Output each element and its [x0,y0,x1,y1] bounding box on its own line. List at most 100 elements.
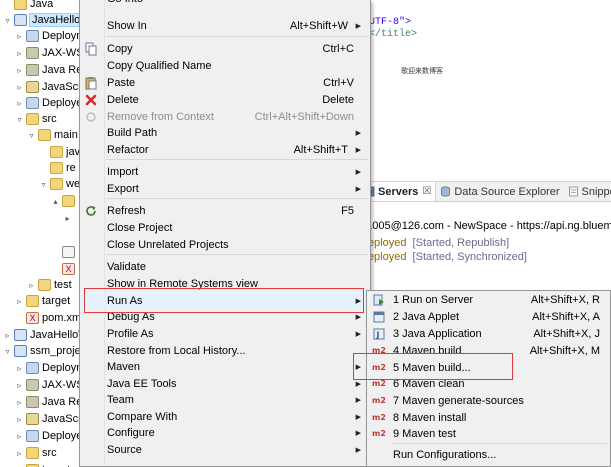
collapsed-arrow-icon[interactable]: ▹ [27,281,36,290]
tree-item[interactable]: ▹ src [15,445,57,461]
collapsed-arrow-icon[interactable]: ▹ [15,297,24,306]
tree-item[interactable]: Xpom.xml [15,310,84,326]
tree-item[interactable]: Java [3,0,53,12]
submenu-item-6-maven-clean[interactable]: m2 6 Maven clean [367,375,610,392]
menu-item-close-project[interactable]: Close Project [80,219,370,236]
collapsed-arrow-icon[interactable]: ▹ [15,381,24,390]
collapsed-arrow-icon[interactable]: ▹ [15,99,24,108]
menu-item-copy[interactable]: Copy Ctrl+C [80,40,370,57]
menu-item-label: Run As [107,294,143,307]
tree-item[interactable]: ▹target [15,293,70,309]
server-line-account[interactable]: 81005@126.com - NewSpace - https://api.n… [360,220,611,232]
submenu-arrow-icon: ▶ [355,185,361,193]
menu-item-java-ee-tools[interactable]: Java EE Tools ▶ [80,375,370,392]
library-icon [26,396,39,408]
tree-item[interactable]: ▸ [63,210,74,226]
submenu-item-3-java-application[interactable]: J 3 Java Application Alt+Shift+X, J [367,325,610,342]
expanded-arrow-icon[interactable]: ▿ [3,16,12,25]
collapsed-arrow-icon[interactable]: ▹ [15,364,24,373]
tree-item[interactable]: ▿ src [15,111,57,127]
editor-area[interactable]: UTF-8"> </title> 歌迎来数博客 [360,0,611,170]
tree-item[interactable]: ▹ Deployed [15,428,88,444]
tree-item[interactable]: ▹ Deploym [15,28,85,44]
collapsed-arrow-icon[interactable]: ▹ [15,32,24,41]
collapsed-arrow-icon[interactable]: ▹ [15,432,24,441]
library-icon [26,47,39,59]
collapsed-arrow-icon[interactable]: ▹ [15,83,24,92]
submenu-item-1-run-on-server[interactable]: 1 Run on Server Alt+Shift+X, R [367,291,610,308]
server-line-republish[interactable]: Deployed [Started, Republish] [360,237,509,249]
submenu-item-7-maven-generate-sources[interactable]: m2 7 Maven generate-sources [367,392,610,409]
menu-item-go-into[interactable]: Go Into [80,0,370,7]
tab-snippets[interactable]: Snippets [564,182,611,201]
submenu-item-2-java-applet[interactable]: 2 Java Applet Alt+Shift+X, A [367,308,610,325]
tree-item[interactable]: ▹ Deploym [15,360,85,376]
tree-item[interactable]: X [51,261,78,277]
collapsed-arrow-icon[interactable]: ▹ [15,449,24,458]
menu-item-delete[interactable]: Delete Delete [80,91,370,108]
expanded-arrow-icon[interactable]: ▿ [39,180,48,189]
submenu-arrow-icon: ▶ [355,330,361,338]
tab-servers[interactable]: Servers ☒ [360,182,437,201]
submenu-item-8-maven-install[interactable]: m2 8 Maven install [367,409,610,426]
tree-item[interactable]: ▴ [51,193,78,209]
java-application-icon: J [371,327,387,341]
tab-data-source-explorer[interactable]: Data Source Explorer [436,182,563,201]
menu-item-profile-as[interactable]: Profile As ▶ [80,325,370,342]
tree-item[interactable]: jav [39,144,80,160]
menu-item-validate[interactable]: Validate [80,258,370,275]
collapsed-arrow-icon[interactable]: ▸ [63,214,72,223]
tree-item-label: pom.xml [42,312,84,324]
collapsed-arrow-icon[interactable]: ▹ [15,49,24,58]
close-icon[interactable]: ☒ [422,186,431,197]
tree-item[interactable]: ▹ test [27,277,72,293]
tree-item[interactable]: ▹ Java Res [15,394,88,410]
menu-item-refactor[interactable]: Refactor Alt+Shift+T ▶ [80,141,370,158]
maven-m2-icon: m2 [371,344,387,358]
tree-item[interactable]: ▿ main [27,127,78,143]
menu-item-show-in-remote-systems-view[interactable]: Show in Remote Systems view [80,275,370,292]
menu-item-build-path[interactable]: Build Path ▶ [80,124,370,141]
submenu-item-run-configurations[interactable]: Run Configurations... [367,446,610,463]
menu-item-export[interactable]: Export ▶ [80,180,370,197]
menu-item-run-as[interactable]: Run As ▶ [80,292,370,309]
tree-item[interactable]: re [39,160,76,176]
tree-item[interactable]: ▹ Deployed [15,95,88,111]
menu-item-copy-qualified-name[interactable]: Copy Qualified Name [80,57,370,74]
menu-item-paste[interactable]: Paste Ctrl+V [80,74,370,91]
tree-item[interactable]: ▹target [15,462,70,467]
submenu-item-label: 1 Run on Server [393,293,474,306]
submenu-item-5-maven-build[interactable]: m2 5 Maven build... [367,359,610,376]
collapsed-arrow-icon[interactable]: ▴ [51,197,60,206]
submenu-item-shortcut: Alt+Shift+X, M [529,344,600,357]
server-line-synchronized[interactable]: Deployed [Started, Synchronized] [360,251,527,263]
tree-item[interactable]: ▿ ssm_project [3,343,89,359]
menu-item-restore-from-local-history[interactable]: Restore from Local History... [80,342,370,359]
submenu-item-label: 5 Maven build... [393,361,471,374]
collapsed-arrow-icon[interactable]: ▹ [3,331,12,340]
collapsed-arrow-icon[interactable]: ▹ [15,66,24,75]
tree-item[interactable] [51,244,78,260]
menu-item-import[interactable]: Import ▶ [80,163,370,180]
menu-item-source[interactable]: Source ▶ [80,441,370,458]
menu-item-configure[interactable]: Configure ▶ [80,424,370,441]
menu-item-debug-as[interactable]: Debug As ▶ [80,308,370,325]
expanded-arrow-icon[interactable]: ▿ [3,347,12,356]
menu-item-label: Maven [107,360,141,373]
expanded-arrow-icon[interactable]: ▿ [15,115,24,124]
menu-item-maven[interactable]: Maven ▶ [80,358,370,375]
tree-item[interactable]: ▿ we [39,176,80,192]
menu-item-refresh[interactable]: Refresh F5 [80,202,370,219]
submenu-item-4-maven-build[interactable]: m2 4 Maven build Alt+Shift+X, M [367,342,610,359]
tree-item[interactable] [63,227,74,243]
menu-item-team[interactable]: Team ▶ [80,391,370,408]
submenu-item-9-maven-test[interactable]: m2 9 Maven test [367,425,610,442]
collapsed-arrow-icon[interactable]: ▹ [15,398,24,407]
submenu-arrow-icon: ▶ [355,313,361,321]
expanded-arrow-icon[interactable]: ▿ [27,131,36,140]
menu-item-close-unrelated-projects[interactable]: Close Unrelated Projects [80,236,370,253]
menu-item-compare-with[interactable]: Compare With ▶ [80,408,370,425]
collapsed-arrow-icon[interactable]: ▹ [15,415,24,424]
tree-item[interactable]: ▹ Java Res [15,62,88,78]
menu-item-show-in[interactable]: Show In Alt+Shift+W ▶ [80,17,370,34]
